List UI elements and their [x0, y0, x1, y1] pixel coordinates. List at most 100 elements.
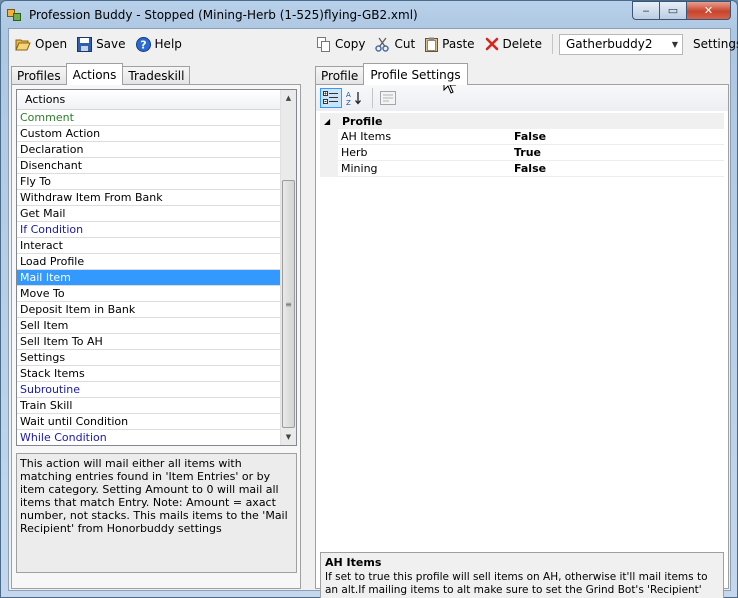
property-help-text: If set to true this profile will sell it… — [325, 571, 708, 598]
action-list-item[interactable]: Load Profile — [17, 254, 282, 270]
app-window: Profession Buddy - Stopped (Mining-Herb … — [0, 0, 738, 598]
save-button[interactable]: Save — [73, 33, 129, 55]
actions-items: Comment Custom Action Declaration Disenchan… — [17, 110, 296, 445]
property-value[interactable]: True — [510, 146, 541, 159]
scroll-down-arrow-icon[interactable]: ▼ — [281, 429, 296, 445]
right-tab-strip: Profile Profile Settings — [315, 63, 468, 85]
pg-toolbar-separator — [372, 88, 373, 108]
copy-button[interactable]: Copy — [313, 33, 369, 55]
action-list-item[interactable]: If Condition — [17, 222, 282, 238]
close-button[interactable]: ✕ — [686, 1, 731, 20]
actions-list-header: Actions — [17, 90, 282, 110]
categorized-icon — [323, 91, 338, 104]
app-icon — [7, 7, 23, 23]
action-list-item[interactable]: Subroutine — [17, 382, 282, 398]
sort-az-icon: AZ — [346, 91, 361, 106]
property-name: Mining — [341, 162, 378, 175]
toolbar-separator — [551, 34, 553, 54]
collapse-triangle-icon[interactable]: ◢ — [320, 117, 334, 126]
actions-list[interactable]: Actions Comment Custom Action Declaration D… — [16, 89, 297, 446]
paste-label: Paste — [442, 37, 475, 51]
bot-select-combo[interactable]: Gatherbuddy2 ▼ — [558, 33, 683, 55]
help-label: Help — [154, 37, 182, 51]
categorized-view-button[interactable] — [320, 88, 342, 108]
settings-button[interactable]: Settings — [689, 33, 738, 55]
action-list-item[interactable]: Move To — [17, 286, 282, 302]
open-label: Open — [35, 37, 68, 51]
property-help-title: AH Items — [325, 556, 382, 569]
action-list-item[interactable]: Interact — [17, 238, 282, 254]
maximize-button[interactable]: ▭ — [659, 1, 686, 20]
help-button[interactable]: ? Help — [132, 33, 186, 55]
property-row-ah-items[interactable]: AH Items False — [320, 128, 724, 145]
folder-open-icon — [15, 39, 31, 51]
action-list-item[interactable]: Withdraw Item From Bank — [17, 190, 282, 206]
bot-select-value: Gatherbuddy2 — [565, 37, 653, 51]
svg-text:?: ? — [140, 38, 146, 51]
save-disk-icon — [77, 36, 93, 52]
tab-tradeskill[interactable]: Tradeskill — [122, 66, 191, 85]
help-question-icon: ? — [135, 36, 151, 52]
scroll-up-arrow-icon[interactable]: ▲ — [281, 90, 296, 106]
property-row-herb[interactable]: Herb True — [320, 144, 724, 161]
delete-button[interactable]: Delete — [481, 33, 546, 55]
edit-toolbar: Copy Cut Paste Delete Gatherbuddy2 ▼ Set… — [313, 29, 738, 59]
scroll-thumb[interactable]: ≡ — [282, 180, 295, 428]
action-list-item[interactable]: Wait until Condition — [17, 414, 282, 430]
chevron-down-icon: ▼ — [671, 39, 678, 49]
action-list-item[interactable]: Declaration — [17, 142, 282, 158]
scissors-icon — [375, 37, 390, 52]
title-bar[interactable]: Profession Buddy - Stopped (Mining-Herb … — [1, 1, 737, 28]
action-list-item[interactable]: Deposit Item in Bank — [17, 302, 282, 318]
property-name: AH Items — [341, 130, 392, 143]
actions-scrollbar[interactable]: ▲ ≡ ▼ — [280, 90, 296, 445]
save-label: Save — [96, 37, 126, 51]
property-category-profile[interactable]: ◢ Profile — [320, 113, 724, 129]
delete-label: Delete — [502, 37, 542, 51]
cut-label: Cut — [394, 37, 416, 51]
property-category-label: Profile — [342, 114, 383, 128]
profile-settings-panel: AZ ◢ Profile AH Items False Herb True Mi… — [315, 84, 729, 598]
property-grid: ◢ Profile AH Items False Herb True Minin… — [320, 113, 724, 177]
alphabetical-view-button[interactable]: AZ — [344, 88, 366, 108]
property-row-mining[interactable]: Mining False — [320, 160, 724, 177]
property-value[interactable]: False — [510, 130, 546, 143]
action-list-item[interactable]: Custom Action — [17, 126, 282, 142]
minimize-button[interactable]: ‒ — [632, 1, 659, 20]
action-list-item[interactable]: Stack Items — [17, 366, 282, 382]
copy-label: Copy — [335, 37, 366, 51]
property-pages-button[interactable] — [377, 88, 399, 108]
property-pages-icon — [380, 91, 396, 105]
action-list-item[interactable]: Comment — [17, 110, 282, 126]
action-list-item[interactable]: Train Skill — [17, 398, 282, 414]
main-toolbar: Open Save ? Help — [11, 29, 188, 59]
property-grid-toolbar: AZ — [316, 85, 728, 111]
action-list-item[interactable]: Settings — [17, 350, 282, 366]
action-list-item[interactable]: Disenchant — [17, 158, 282, 174]
left-tab-strip: Profiles Actions Tradeskill — [11, 63, 191, 85]
actions-panel: Actions Comment Custom Action Declaration D… — [11, 84, 301, 589]
svg-text:Z: Z — [346, 99, 351, 106]
tab-profile[interactable]: Profile — [315, 66, 365, 85]
cut-button[interactable]: Cut — [371, 33, 419, 55]
client-area: Open Save ? Help Copy Cut Paste Delete G… — [8, 28, 738, 598]
action-list-item[interactable]: While Condition — [17, 430, 282, 445]
action-list-item[interactable]: Sell Item To AH — [17, 334, 282, 350]
window-controls: ‒ ▭ ✕ — [632, 1, 731, 20]
property-name: Herb — [341, 146, 368, 159]
action-list-item[interactable]: Mail Item — [17, 270, 282, 286]
tab-profile-settings[interactable]: Profile Settings — [363, 63, 468, 85]
window-title: Profession Buddy - Stopped (Mining-Herb … — [29, 7, 418, 22]
clipboard-icon — [425, 37, 439, 52]
paste-button[interactable]: Paste — [421, 33, 478, 55]
property-help-box: AH Items If set to true this profile wil… — [320, 552, 724, 598]
delete-x-icon — [485, 37, 498, 51]
tab-actions[interactable]: Actions — [65, 63, 124, 85]
action-list-item[interactable]: Get Mail — [17, 206, 282, 222]
action-list-item[interactable]: Sell Item — [17, 318, 282, 334]
action-list-item[interactable]: Fly To — [17, 174, 282, 190]
property-value[interactable]: False — [510, 162, 546, 175]
svg-text:A: A — [346, 91, 351, 99]
open-button[interactable]: Open — [11, 33, 71, 55]
tab-profiles[interactable]: Profiles — [11, 66, 67, 85]
